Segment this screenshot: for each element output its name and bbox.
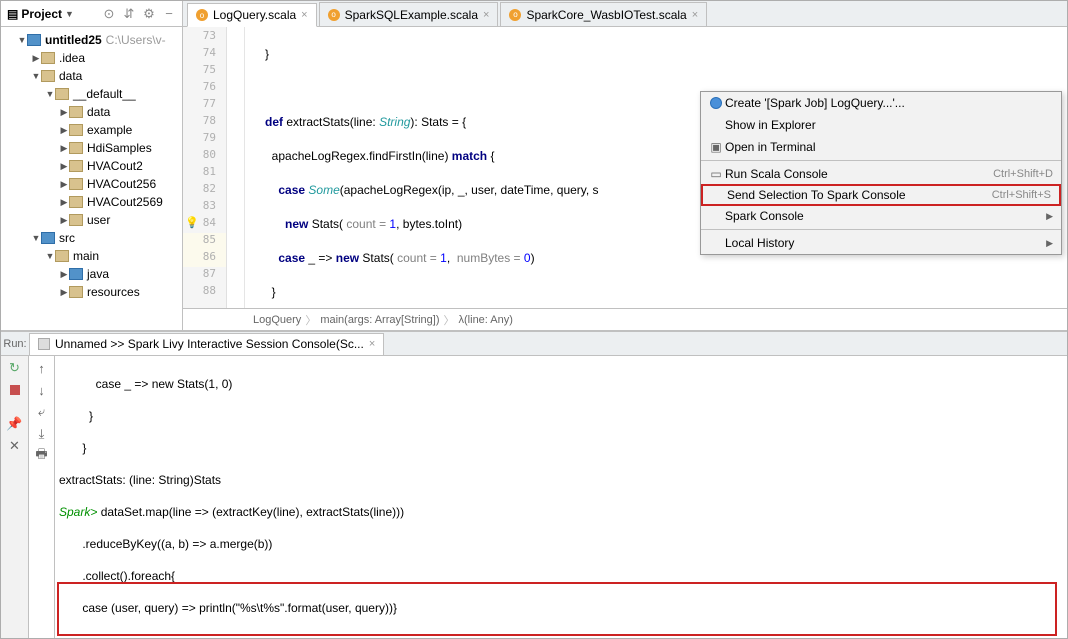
print-icon[interactable]: 🖶 [34,448,50,464]
context-menu: Create '[Spark Job] LogQuery...'... Show… [700,91,1062,255]
tree-row[interactable]: ▶HdiSamples [1,139,182,157]
console-output[interactable]: case _ => new Stats(1, 0) } } extractSta… [55,356,1067,638]
breadcrumb-bar[interactable]: LogQuery 〉 main(args: Array[String]) 〉 λ… [183,308,1067,330]
tree-row[interactable]: ▼untitled25C:\Users\v- [1,31,182,49]
scala-icon: o [509,9,521,21]
stop-button[interactable] [7,382,23,398]
close-icon[interactable]: × [692,9,698,21]
run-tab[interactable]: Unnamed >> Spark Livy Interactive Sessio… [29,333,384,355]
tree-row[interactable]: ▼src [1,229,182,247]
menu-local-history[interactable]: Local History▶ [701,232,1061,254]
project-tree[interactable]: ▼untitled25C:\Users\v- ▶.idea ▼data ▼__d… [1,27,182,330]
breadcrumb-item[interactable]: λ(line: Any) [459,314,513,326]
project-dropdown[interactable]: ▤Project▼ [7,7,74,21]
menu-run-scala-console[interactable]: ▭Run Scala ConsoleCtrl+Shift+D [701,163,1061,185]
close-icon[interactable]: × [483,9,489,21]
console-icon [38,338,50,350]
hide-icon[interactable]: − [162,7,176,21]
gear-icon[interactable]: ⚙ [142,7,156,21]
run-panel: Run: Unnamed >> Spark Livy Interactive S… [1,331,1067,638]
tree-row[interactable]: ▶.idea [1,49,182,67]
line-gutter[interactable]: 737475 767778 798081 828384 858687 88 [183,27,227,308]
chevron-right-icon: 〉 [305,312,316,328]
terminal-icon: ▣ [707,140,725,154]
down-icon[interactable]: ↓ [34,382,50,398]
pin-icon[interactable]: 📌 [7,416,23,432]
console-icon: ▭ [707,167,725,181]
tab-sparksql[interactable]: oSparkSQLExample.scala× [319,2,499,26]
breadcrumb-item[interactable]: main(args: Array[String]) [320,314,439,326]
rerun-icon[interactable]: ↻ [7,360,23,376]
tree-row[interactable]: ▶example [1,121,182,139]
tree-row[interactable]: ▼main [1,247,182,265]
close-icon[interactable]: × [301,9,307,21]
tree-row[interactable]: ▶data [1,103,182,121]
fold-margin[interactable]: 💡 [227,27,245,308]
project-sidebar: ▤Project▼ ⊙ ⇵ ⚙ − ▼untitled25C:\Users\v-… [1,1,183,330]
tree-row[interactable]: ▼data [1,67,182,85]
run-toolbar-right: ↑ ↓ ⤶ ⤓ 🖶 [29,356,55,638]
close-icon[interactable]: × [369,338,375,350]
menu-spark-console[interactable]: Spark Console▶ [701,205,1061,227]
tree-row[interactable]: ▶resources [1,283,182,301]
chevron-right-icon: 〉 [444,312,455,328]
tab-logquery[interactable]: oLogQuery.scala× [187,3,317,27]
tree-row[interactable]: ▼__default__ [1,85,182,103]
menu-show-explorer[interactable]: Show in Explorer [701,114,1061,136]
tree-row[interactable]: ▶HVACout2569 [1,193,182,211]
chevron-right-icon: ▶ [1046,238,1053,249]
run-toolbar-left: ↻ 📌 ✕ [1,356,29,638]
menu-create-sparkjob[interactable]: Create '[Spark Job] LogQuery...'... [701,92,1061,114]
intention-bulb-icon[interactable]: 💡 [185,216,199,229]
sidebar-toolbar: ▤Project▼ ⊙ ⇵ ⚙ − [1,1,182,27]
run-label: Run: [1,338,29,350]
chevron-right-icon: ▶ [1046,211,1053,222]
close-icon[interactable]: ✕ [7,438,23,454]
globe-icon [710,97,722,109]
up-icon[interactable]: ↑ [34,360,50,376]
wrap-icon[interactable]: ⤶ [34,404,50,420]
tree-row[interactable]: ▶java [1,265,182,283]
tree-row[interactable]: ▶user [1,211,182,229]
collapse-icon[interactable]: ⊙ [102,7,116,21]
tree-row[interactable]: ▶HVACout2 [1,157,182,175]
sort-icon[interactable]: ⇵ [122,7,136,21]
breadcrumb-item[interactable]: LogQuery [253,314,301,326]
scala-icon: o [196,9,208,21]
menu-send-selection-spark[interactable]: Send Selection To Spark ConsoleCtrl+Shif… [701,184,1061,206]
editor-tab-bar: oLogQuery.scala× oSparkSQLExample.scala×… [183,1,1067,27]
tab-sparkcore[interactable]: oSparkCore_WasbIOTest.scala× [500,2,707,26]
scroll-icon[interactable]: ⤓ [34,426,50,442]
scala-icon: o [328,9,340,21]
tree-row[interactable]: ▶HVACout256 [1,175,182,193]
menu-open-terminal[interactable]: ▣Open in Terminal [701,136,1061,158]
